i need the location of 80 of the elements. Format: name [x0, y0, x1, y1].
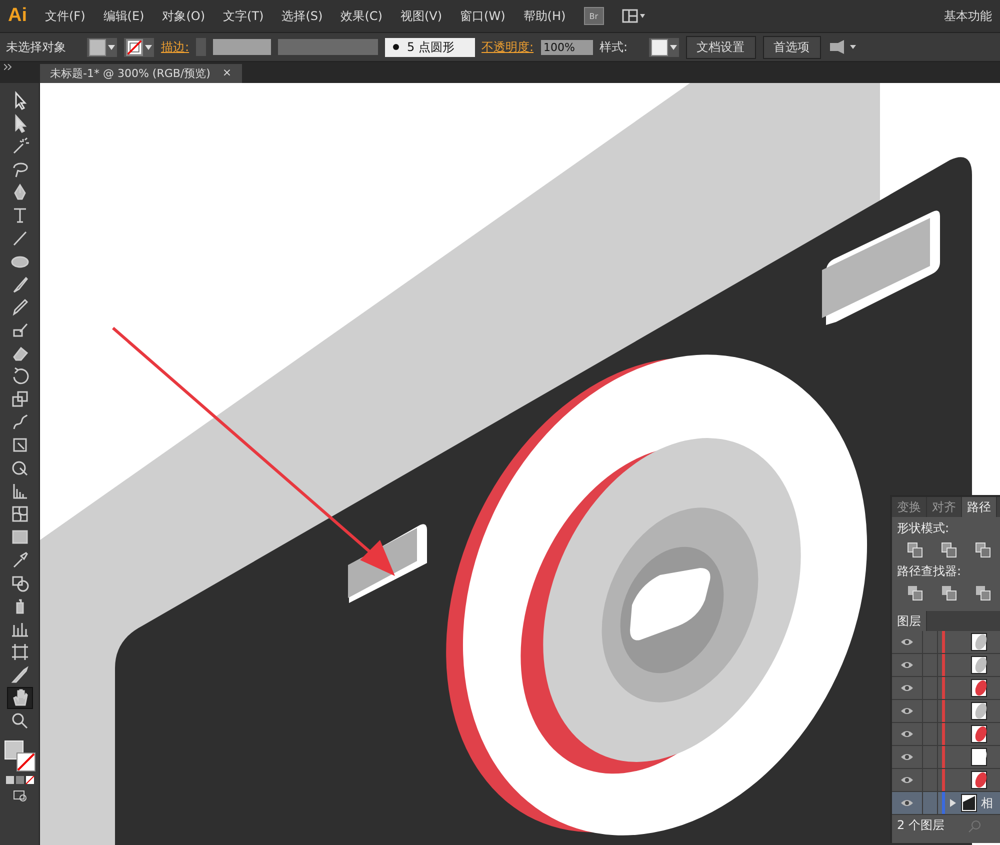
- document-tab[interactable]: 未标题-1* @ 300% (RGB/预览) ×: [40, 64, 242, 83]
- caret-icon: [670, 44, 677, 50]
- layers-tab[interactable]: 图层: [892, 611, 927, 631]
- double-chevron-icon[interactable]: [4, 64, 12, 70]
- layer-row[interactable]: [892, 700, 1000, 723]
- eye-icon[interactable]: [900, 683, 914, 693]
- arrange-documents-button[interactable]: [622, 9, 646, 23]
- menu-item[interactable]: 文件(F): [45, 8, 86, 24]
- knife-icon: [10, 665, 30, 685]
- pathfinder-icon[interactable]: [941, 585, 957, 601]
- layer-row[interactable]: 相: [892, 792, 1000, 815]
- color-mode-icons[interactable]: [4, 774, 34, 786]
- eye-icon[interactable]: [900, 775, 914, 785]
- layer-row[interactable]: [892, 631, 1000, 654]
- layer-thumbnail-icon: [971, 633, 987, 651]
- layer-row[interactable]: [892, 746, 1000, 769]
- eye-icon[interactable]: [900, 706, 914, 716]
- style-dropdown[interactable]: [648, 38, 679, 56]
- layout-grid-icon: [622, 9, 646, 23]
- isolate-icon[interactable]: [828, 39, 858, 55]
- layer-row[interactable]: [892, 654, 1000, 677]
- hand-tool-button[interactable]: [6, 687, 32, 709]
- layer-row[interactable]: [892, 723, 1000, 746]
- layer-thumbnail-icon: [971, 702, 987, 720]
- eye-icon[interactable]: [900, 752, 914, 762]
- layer-thumbnail-icon: [971, 679, 987, 697]
- shape-mode-icon[interactable]: [941, 542, 957, 558]
- app-logo: Ai: [8, 5, 27, 27]
- layer-count: 2 个图层: [897, 817, 944, 834]
- panel-tab[interactable]: 变换: [892, 497, 927, 517]
- expand-triangle-icon[interactable]: [949, 798, 957, 808]
- eye-icon[interactable]: [900, 729, 914, 739]
- menu-item[interactable]: 选择(S): [282, 8, 323, 24]
- mesh-icon: [10, 504, 30, 524]
- opacity-field[interactable]: 100%: [540, 40, 593, 54]
- stroke-color-dropdown[interactable]: [124, 38, 154, 56]
- stroke-weight-field[interactable]: [213, 39, 272, 55]
- eye-icon[interactable]: [900, 798, 914, 808]
- shape-mode-icon[interactable]: [975, 542, 991, 558]
- menu-item[interactable]: 编辑(E): [103, 8, 144, 24]
- style-label: 样式:: [600, 38, 628, 56]
- eye-icon[interactable]: [900, 660, 914, 670]
- selection-status: 未选择对象: [6, 38, 66, 56]
- layer-row[interactable]: [892, 677, 1000, 700]
- bridge-button[interactable]: Br: [584, 7, 604, 25]
- brush-dot-icon: [393, 44, 400, 50]
- layer-thumbnail-icon: [971, 725, 987, 743]
- panel-tab[interactable]: 路径: [962, 497, 997, 517]
- menu-item[interactable]: 帮助(H): [523, 8, 566, 24]
- menu-item[interactable]: 对象(O): [162, 8, 206, 24]
- control-bar-button[interactable]: 文档设置: [686, 36, 756, 58]
- workspace-switcher[interactable]: 基本功能: [944, 8, 992, 24]
- zoom-icon: [10, 711, 30, 731]
- pathfinder-icon[interactable]: [975, 585, 991, 601]
- control-bar-button[interactable]: 首选项: [762, 36, 821, 58]
- menu-item[interactable]: 文字(T): [223, 8, 264, 24]
- layer-name: 相: [981, 794, 993, 812]
- stroke-label[interactable]: 描边:: [161, 38, 190, 56]
- caret-icon: [108, 44, 115, 50]
- layer-thumbnail-icon: [971, 748, 987, 766]
- layer-thumbnail-icon: [961, 794, 977, 812]
- fill-color-dropdown[interactable]: [87, 38, 117, 56]
- layer-thumbnail-icon: [971, 656, 987, 674]
- fill-stroke-swatches-icon[interactable]: [2, 739, 36, 773]
- menu-item[interactable]: 效果(C): [340, 8, 382, 24]
- menu-item[interactable]: 窗口(W): [460, 8, 506, 24]
- shape-mode-icon[interactable]: [907, 542, 923, 558]
- shape-modes-label: 形状模式:: [897, 520, 950, 537]
- brush-definition-dropdown[interactable]: 5 点圆形: [385, 38, 474, 56]
- artboard-icon: [10, 642, 30, 662]
- menu-item[interactable]: 视图(V): [400, 8, 442, 24]
- no-stroke-icon: [126, 38, 143, 56]
- caret-icon: [145, 44, 152, 50]
- scale-icon: [10, 389, 30, 409]
- close-tab-button[interactable]: ×: [222, 66, 232, 81]
- pathfinder-icon[interactable]: [907, 585, 923, 601]
- eye-icon[interactable]: [900, 637, 914, 647]
- pathfinder-label: 路径查找器:: [897, 563, 962, 580]
- opacity-label[interactable]: 不透明度:: [482, 38, 534, 56]
- layer-thumbnail-icon: [971, 771, 987, 789]
